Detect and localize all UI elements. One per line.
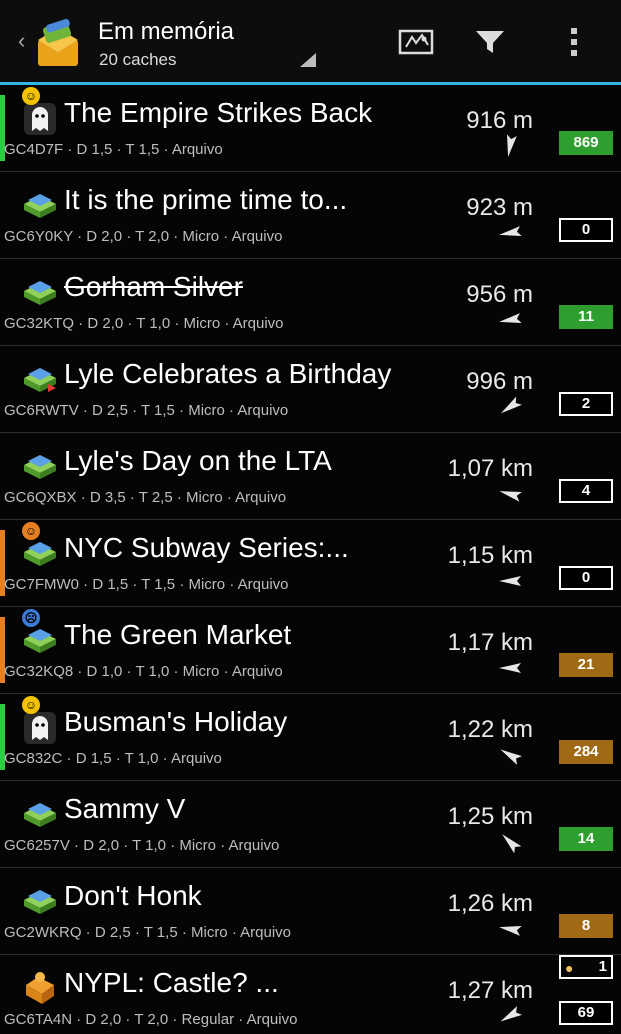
cache-info: GC6Y0KY · D 2,0 · T 2,0 · Micro · Arquiv…	[4, 228, 283, 245]
favorite-count-badge: 284	[559, 740, 613, 764]
cache-list-item[interactable]: Lyle Celebrates a Birthday GC6RWTV · D 2,…	[0, 346, 621, 433]
cache-name: Sammy V	[64, 793, 186, 824]
cache-list-item[interactable]: NYPL: Castle? ... GC6TA4N · D 2,0 · T 2,0…	[0, 955, 621, 1034]
cache-info: GC6RWTV · D 2,5 · T 1,5 · Micro · Arquiv…	[4, 402, 289, 419]
cache-list-item[interactable]: Lyle's Day on the LTA GC6QXBX · D 3,5 · T…	[0, 433, 621, 520]
found-status-icon: ☹	[22, 609, 40, 627]
favorite-count-badge: 2	[559, 392, 613, 416]
direction-arrow-icon	[499, 313, 522, 324]
traditional-cache-flag-icon	[24, 368, 56, 392]
cache-name: Lyle Celebrates a Birthday	[64, 358, 392, 389]
traditional-cache-icon	[24, 281, 56, 305]
map-icon	[398, 29, 434, 55]
cache-list-item[interactable]: ☺ The Empire Strikes Back GC4D7F · D 1,5 ·…	[0, 85, 621, 172]
cache-name: NYPL: Castle? ...	[64, 967, 279, 998]
cache-distance: 1,07 km	[447, 455, 533, 482]
trackable-icon: ●	[565, 960, 574, 976]
cache-info: GC2WKRQ · D 2,5 · T 1,5 · Micro · Arquiv…	[4, 924, 292, 941]
cache-info: GC32KQ8 · D 1,0 · T 1,0 · Micro · Arquiv…	[4, 663, 283, 680]
cache-info: GC4D7F · D 1,5 · T 1,5 · Arquivo	[4, 141, 223, 158]
cache-distance: 996 m	[466, 368, 533, 395]
cache-info: GC32KTQ · D 2,0 · T 1,0 · Micro · Arquiv…	[4, 315, 284, 332]
cache-distance: 1,22 km	[447, 716, 533, 743]
direction-arrow-icon	[499, 925, 522, 936]
filter-icon	[476, 31, 504, 53]
list-selector-triangle-icon[interactable]	[300, 53, 316, 67]
direction-arrow-icon	[499, 576, 521, 586]
cache-distance: 1,15 km	[447, 542, 533, 569]
traditional-cache-icon	[24, 455, 56, 479]
direction-arrow-icon	[499, 226, 522, 237]
cache-name: It is the prime time to...	[64, 184, 348, 215]
map-button[interactable]	[392, 20, 440, 64]
up-caret-icon[interactable]: ‹	[18, 28, 25, 54]
cache-info: GC7FMW0 · D 1,5 · T 1,5 · Micro · Arquiv…	[4, 576, 289, 593]
cache-name: The Empire Strikes Back	[64, 97, 373, 128]
found-status-icon: ☺	[22, 522, 40, 540]
direction-arrow-icon	[500, 749, 523, 765]
traditional-cache-icon	[24, 890, 56, 914]
cache-info: GC6TA4N · D 2,0 · T 2,0 · Regular · Arqu…	[4, 1011, 298, 1028]
cache-name: Lyle's Day on the LTA	[64, 445, 332, 476]
overflow-menu-icon	[571, 28, 577, 56]
favorite-count-badge: 4	[559, 479, 613, 503]
direction-arrow-icon	[506, 134, 517, 157]
overflow-menu-button[interactable]	[550, 20, 598, 64]
inventory-count: 1	[598, 958, 607, 975]
cache-distance: 916 m	[466, 107, 533, 134]
cache-count-subtitle: 20 caches	[99, 50, 177, 69]
favorite-count-badge: 8	[559, 914, 613, 938]
found-status-icon: ☺	[22, 696, 40, 714]
cache-name: NYC Subway Series:...	[64, 532, 349, 563]
cache-list-item[interactable]: ☺ Busman's Holiday GC832C · D 1,5 · T 1,0 …	[0, 694, 621, 781]
inventory-badge: ● 1	[559, 955, 613, 979]
app-icon[interactable]	[34, 18, 84, 70]
cache-list[interactable]: ☺ The Empire Strikes Back GC4D7F · D 1,5 ·…	[0, 85, 621, 1034]
cache-distance: 1,26 km	[447, 890, 533, 917]
favorite-count-badge: 69	[559, 1001, 613, 1025]
direction-arrow-icon	[499, 491, 522, 502]
cache-distance: 1,17 km	[447, 629, 533, 656]
traditional-cache-icon	[24, 194, 56, 218]
screen: ‹ Em memória 20 caches ☺ The Empire Stri…	[0, 0, 621, 1034]
cache-list-item[interactable]: Sammy V GC6257V · D 2,0 · T 1,0 · Micro ·…	[0, 781, 621, 868]
cache-info: GC832C · D 1,5 · T 1,0 · Arquivo	[4, 750, 222, 767]
action-bar: ‹ Em memória 20 caches	[0, 0, 621, 82]
favorite-count-badge: 14	[559, 827, 613, 851]
favorite-count-badge: 0	[559, 218, 613, 242]
cache-list-item[interactable]: Don't Honk GC2WKRQ · D 2,5 · T 1,5 · Micr…	[0, 868, 621, 955]
cache-distance: 1,25 km	[447, 803, 533, 830]
cache-distance: 923 m	[466, 194, 533, 221]
found-status-icon: ☺	[22, 87, 40, 105]
cache-list-item[interactable]: ☹ The Green Market GC32KQ8 · D 1,0 · T 1,0…	[0, 607, 621, 694]
direction-arrow-icon	[502, 834, 522, 854]
traditional-cache-icon	[24, 803, 56, 827]
direction-arrow-icon	[500, 1006, 523, 1022]
cache-info: GC6257V · D 2,0 · T 1,0 · Micro · Arquiv…	[4, 837, 280, 854]
cache-info: GC6QXBX · D 3,5 · T 2,5 · Micro · Arquiv…	[4, 489, 287, 506]
cache-distance: 956 m	[466, 281, 533, 308]
direction-arrow-icon	[499, 663, 521, 673]
favorite-count-badge: 869	[559, 131, 613, 155]
favorite-count-badge: 11	[559, 305, 613, 329]
cache-name: Gorham Silver	[64, 271, 243, 302]
cache-list-item[interactable]: It is the prime time to... GC6Y0KY · D 2,…	[0, 172, 621, 259]
cache-list-item[interactable]: ☺ NYC Subway Series:... GC7FMW0 · D 1,5 · …	[0, 520, 621, 607]
favorite-count-badge: 21	[559, 653, 613, 677]
puzzle-cache-icon	[26, 972, 54, 1004]
filter-button[interactable]	[466, 20, 514, 64]
cache-distance: 1,27 km	[447, 977, 533, 1004]
page-title: Em memória	[98, 18, 235, 45]
cache-list-item[interactable]: Gorham Silver GC32KTQ · D 2,0 · T 1,0 · M…	[0, 259, 621, 346]
cache-name: Busman's Holiday	[64, 706, 288, 737]
cache-name: The Green Market	[64, 619, 292, 650]
cache-name: Don't Honk	[64, 880, 202, 911]
direction-arrow-icon	[500, 396, 522, 414]
favorite-count-badge: 0	[559, 566, 613, 590]
